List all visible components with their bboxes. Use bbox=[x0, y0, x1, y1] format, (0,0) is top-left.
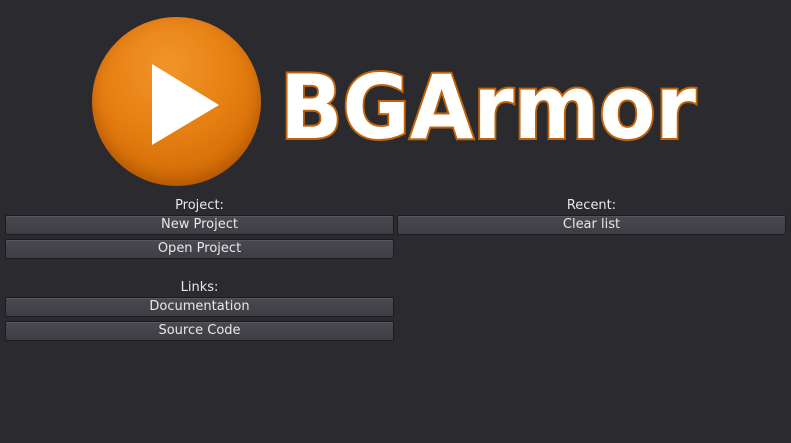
right-column: Recent: Clear list bbox=[397, 197, 786, 239]
logo-play-icon bbox=[92, 17, 261, 186]
open-project-button[interactable]: Open Project bbox=[5, 239, 394, 259]
recent-heading: Recent: bbox=[566, 198, 617, 213]
new-project-button[interactable]: New Project bbox=[5, 215, 394, 235]
clear-list-button[interactable]: Clear list bbox=[397, 215, 786, 235]
project-heading: Project: bbox=[175, 198, 224, 213]
documentation-button[interactable]: Documentation bbox=[5, 297, 394, 317]
left-column: Project: New Project Open Project Links:… bbox=[5, 197, 394, 345]
source-code-button[interactable]: Source Code bbox=[5, 321, 394, 341]
links-heading: Links: bbox=[180, 280, 219, 295]
logo-wordmark: BGArmor bbox=[278, 60, 698, 150]
launcher-window: BGArmor Project: New Project Open Projec… bbox=[0, 0, 791, 443]
logo-wordmark-text: BGArmor bbox=[280, 60, 697, 150]
